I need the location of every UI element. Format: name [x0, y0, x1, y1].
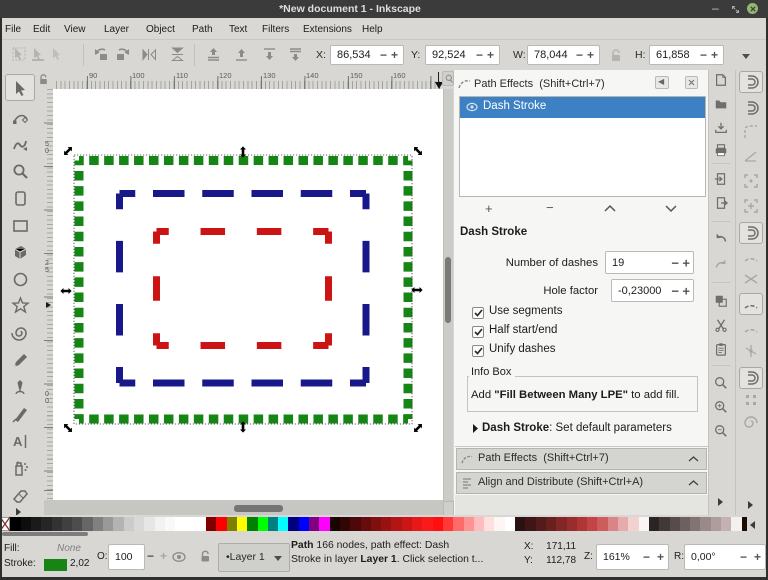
- svg-text:A: A: [13, 434, 23, 449]
